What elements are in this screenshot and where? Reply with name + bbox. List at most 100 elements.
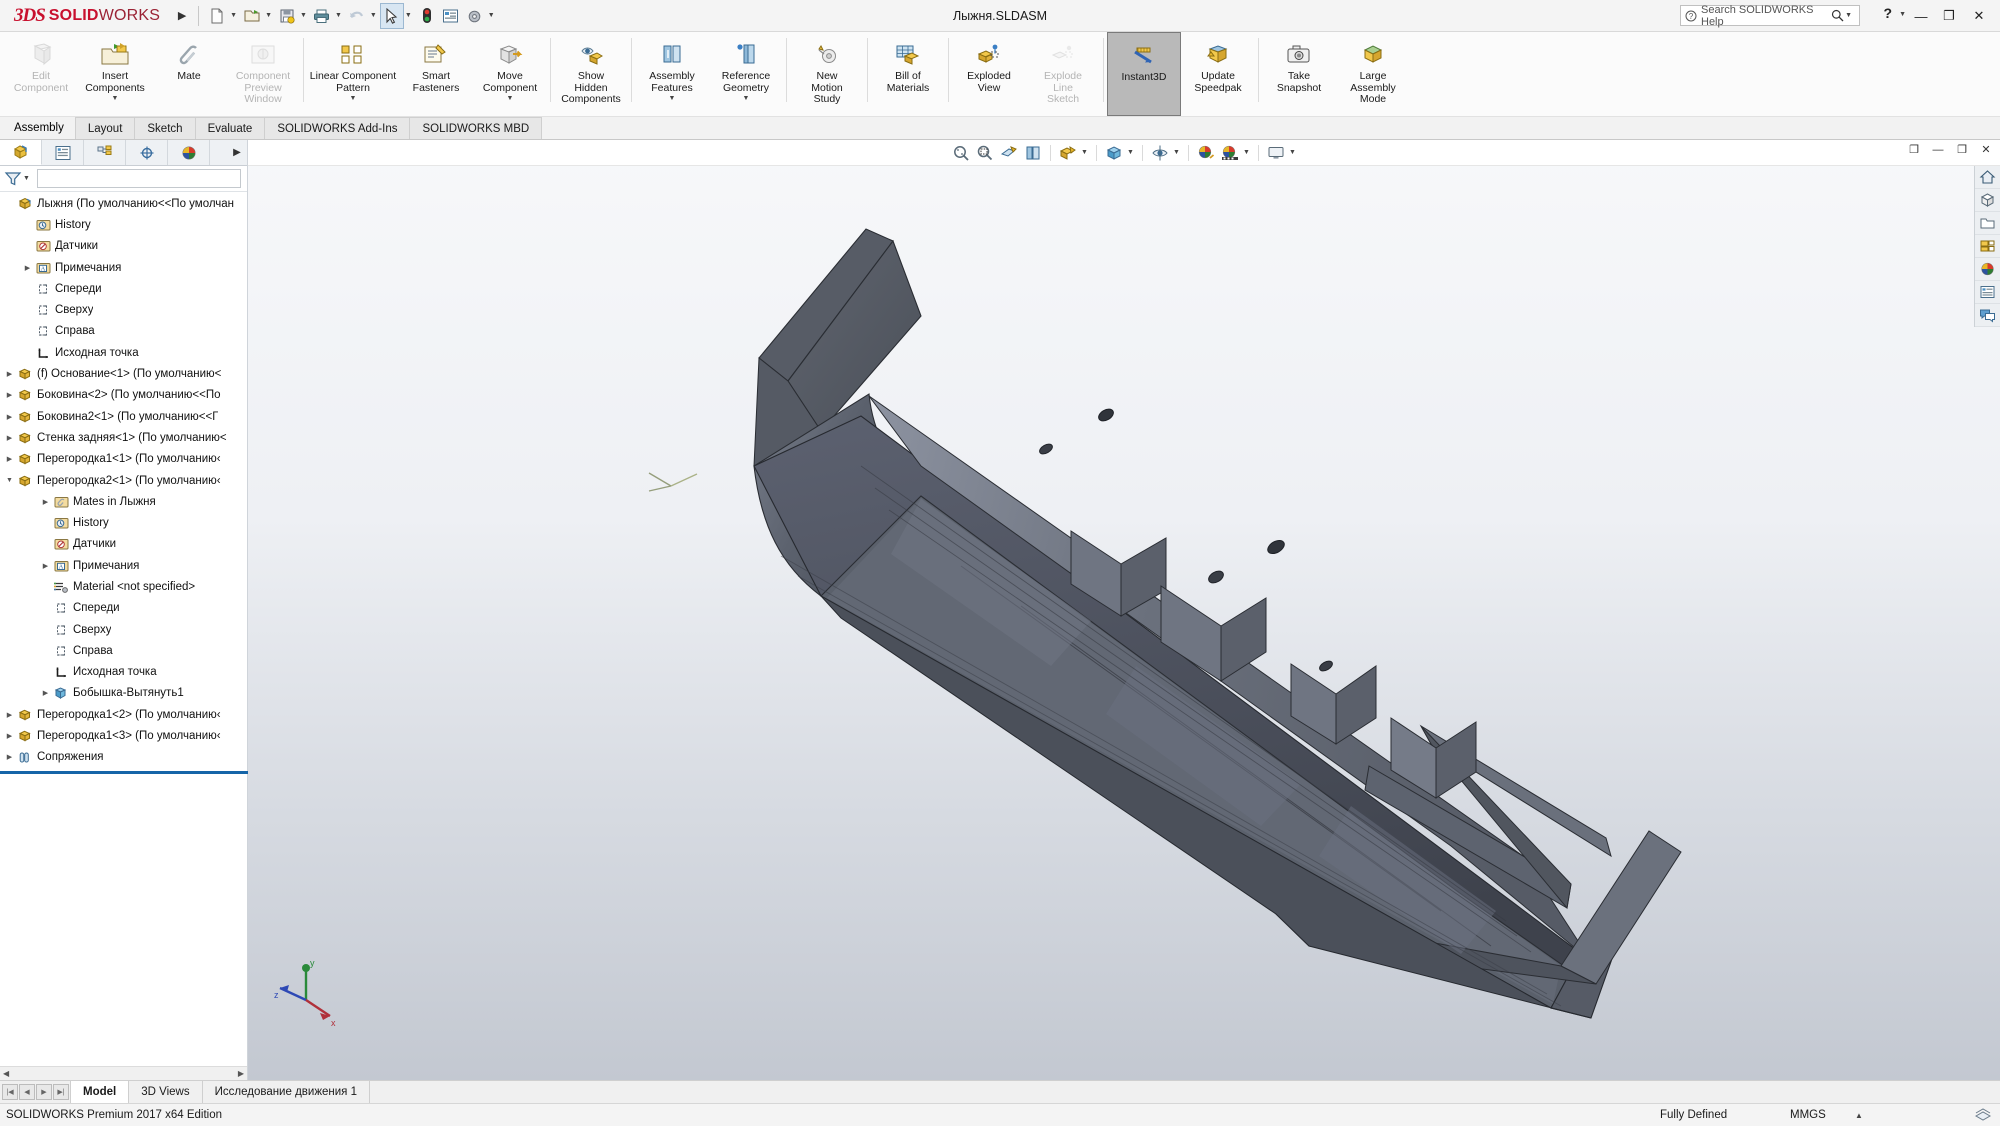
chevron-right-icon[interactable]: ▶ <box>3 370 16 378</box>
ribbon-command-reference-geometry[interactable]: Reference Geometry ▼ <box>709 32 783 116</box>
previous-view-button[interactable] <box>998 142 1020 164</box>
search-icon[interactable] <box>1831 9 1844 22</box>
select-tool-button[interactable] <box>379 2 404 29</box>
ribbon-command-show-hidden-components[interactable]: Show Hidden Components <box>554 32 628 116</box>
apply-scene-button-caret-icon[interactable]: ▼ <box>1243 149 1252 156</box>
design-library-pane[interactable] <box>1975 189 2000 212</box>
expand-panel-icon[interactable]: ▶ <box>227 147 247 158</box>
ribbon-command-linear-component-pattern[interactable]: Linear Component Pattern ▼ <box>307 32 399 116</box>
last-tab-button[interactable]: ▶| <box>53 1084 69 1100</box>
tree-item[interactable]: Спереди <box>0 278 247 299</box>
options-gear-button[interactable] <box>463 3 487 29</box>
doc-tab-model[interactable]: Model <box>70 1081 130 1103</box>
ribbon-command-dropdown-icon[interactable]: ▼ <box>507 95 514 102</box>
save-document-button[interactable] <box>275 3 299 29</box>
dimxpert-manager-tab[interactable] <box>126 140 168 165</box>
tree-item[interactable]: ▶ A Примечания <box>0 555 247 576</box>
chevron-right-icon[interactable]: ▶ <box>3 711 16 719</box>
tab-layout[interactable]: Layout <box>74 117 136 139</box>
tree-item[interactable]: Справа <box>0 640 247 661</box>
tree-item[interactable]: ▶ Перегородка1<1> (По умолчанию‹ <box>0 449 247 470</box>
chevron-right-icon[interactable]: ▶ <box>3 732 16 740</box>
chevron-right-icon[interactable]: ▶ <box>3 391 16 399</box>
graphics-viewport[interactable]: ▼ ▼ ▼ ▼ ▼ ❐ — ❐ ✕ z x y <box>248 140 2000 1080</box>
ribbon-command-dropdown-icon[interactable]: ▼ <box>112 95 119 102</box>
section-view-button[interactable] <box>1022 142 1044 164</box>
tree-item[interactable]: Спереди <box>0 598 247 619</box>
rebuild-button[interactable] <box>415 3 439 29</box>
pin-menu-arrow-icon[interactable]: ▶ <box>172 3 192 29</box>
property-manager-tab[interactable] <box>42 140 84 165</box>
units-label[interactable]: MMGS <box>1790 1109 1826 1121</box>
open-document-caret-icon[interactable]: ▼ <box>265 12 275 19</box>
configuration-manager-tab[interactable] <box>84 140 126 165</box>
tree-item[interactable]: Сверху <box>0 619 247 640</box>
tree-item[interactable]: ▶ Mates in Лыжня <box>0 491 247 512</box>
tree-item[interactable]: ▶ A Примечания <box>0 257 247 278</box>
next-tab-button[interactable]: ▶ <box>36 1084 52 1100</box>
home-task-pane[interactable] <box>1975 166 2000 189</box>
view-settings-button[interactable] <box>1265 142 1287 164</box>
doc-tab-исследование-движения-1[interactable]: Исследование движения 1 <box>201 1081 371 1103</box>
ribbon-command-large-assembly-mode[interactable]: Large Assembly Mode <box>1336 32 1410 116</box>
zoom-to-area-button[interactable] <box>974 142 996 164</box>
first-tab-button[interactable]: |◀ <box>2 1084 18 1100</box>
search-caret-icon[interactable]: ▼ <box>1845 12 1855 19</box>
apply-scene-button[interactable] <box>1219 142 1241 164</box>
open-document-button[interactable] <box>240 3 264 29</box>
chevron-right-icon[interactable]: ▶ <box>39 689 52 697</box>
chevron-right-icon[interactable]: ▶ <box>39 562 52 570</box>
ribbon-command-bill-of-materials[interactable]: Bill of Materials <box>871 32 945 116</box>
ribbon-command-assembly-features[interactable]: Assembly Features ▼ <box>635 32 709 116</box>
tree-item[interactable]: Исходная точка <box>0 662 247 683</box>
minimize-doc-window-button[interactable]: — <box>1930 144 1946 156</box>
chevron-right-icon[interactable]: ▶ <box>3 413 16 421</box>
tree-item[interactable]: ▶ (f) Основание<1> (По умолчанию< <box>0 363 247 384</box>
chevron-down-icon[interactable]: ▼ <box>3 477 16 484</box>
chevron-right-icon[interactable]: ▶ <box>3 455 16 463</box>
view-palette-pane[interactable] <box>1975 235 2000 258</box>
prev-tab-button[interactable]: ◀ <box>19 1084 35 1100</box>
ribbon-command-dropdown-icon[interactable]: ▼ <box>669 95 676 102</box>
undo-button[interactable] <box>345 3 369 29</box>
filter-input[interactable] <box>36 169 241 188</box>
close-doc-window-button[interactable]: ✕ <box>1978 143 1994 156</box>
display-style-button[interactable] <box>1103 142 1125 164</box>
view-settings-button-caret-icon[interactable]: ▼ <box>1289 149 1298 156</box>
tree-item[interactable]: ▶ Боковина<2> (По умолчанию<<По <box>0 385 247 406</box>
maximize-doc-window-button[interactable]: ❐ <box>1954 143 1970 156</box>
zoom-to-fit-button[interactable] <box>950 142 972 164</box>
ribbon-command-exploded-view[interactable]: Exploded View <box>952 32 1026 116</box>
tree-item[interactable]: ▶ Бобышка-Вытянуть1 <box>0 683 247 704</box>
ribbon-command-mate[interactable]: Mate <box>152 32 226 116</box>
tree-item[interactable]: ▶ Сопряжения <box>0 747 247 768</box>
tab-solidworks-mbd[interactable]: SOLIDWORKS MBD <box>409 117 543 139</box>
chevron-right-icon[interactable]: ▶ <box>39 498 52 506</box>
hide-show-items-button[interactable] <box>1149 142 1171 164</box>
tree-item[interactable]: Material <not specified> <box>0 576 247 597</box>
scroll-left-icon[interactable]: ◀ <box>0 1069 9 1078</box>
ribbon-command-take-snapshot[interactable]: Take Snapshot <box>1262 32 1336 116</box>
close-window-button[interactable]: ✕ <box>1968 6 1990 26</box>
tree-item[interactable]: ▶ Перегородка1<2> (По умолчанию‹ <box>0 704 247 725</box>
hide-show-items-button-caret-icon[interactable]: ▼ <box>1173 149 1182 156</box>
minimize-window-button[interactable]: — <box>1910 6 1932 26</box>
restore-window-button[interactable]: ❐ <box>1938 6 1960 26</box>
view-orientation-button[interactable] <box>1057 142 1079 164</box>
tree-item[interactable]: ▶ Боковина2<1> (По умолчанию<<Г <box>0 406 247 427</box>
feature-manager-tab[interactable] <box>0 140 42 165</box>
tab-assembly[interactable]: Assembly <box>2 117 76 139</box>
help-caret-icon[interactable]: ▼ <box>1899 11 1906 18</box>
appearances-scenes-pane[interactable] <box>1975 258 2000 281</box>
overlay-icon[interactable] <box>1974 1107 1992 1124</box>
options-caret-icon[interactable]: ▼ <box>488 12 498 19</box>
tree-item[interactable]: Сверху <box>0 299 247 320</box>
chevron-right-icon[interactable]: ▶ <box>3 753 16 761</box>
ribbon-command-smart-fasteners[interactable]: Smart Fasteners <box>399 32 473 116</box>
filter-caret-icon[interactable]: ▼ <box>23 175 33 182</box>
display-style-button-caret-icon[interactable]: ▼ <box>1127 149 1136 156</box>
undo-caret-icon[interactable]: ▼ <box>370 12 380 19</box>
tree-item[interactable]: Справа <box>0 321 247 342</box>
ribbon-command-dropdown-icon[interactable]: ▼ <box>743 95 750 102</box>
chevron-right-icon[interactable]: ▶ <box>21 264 34 272</box>
